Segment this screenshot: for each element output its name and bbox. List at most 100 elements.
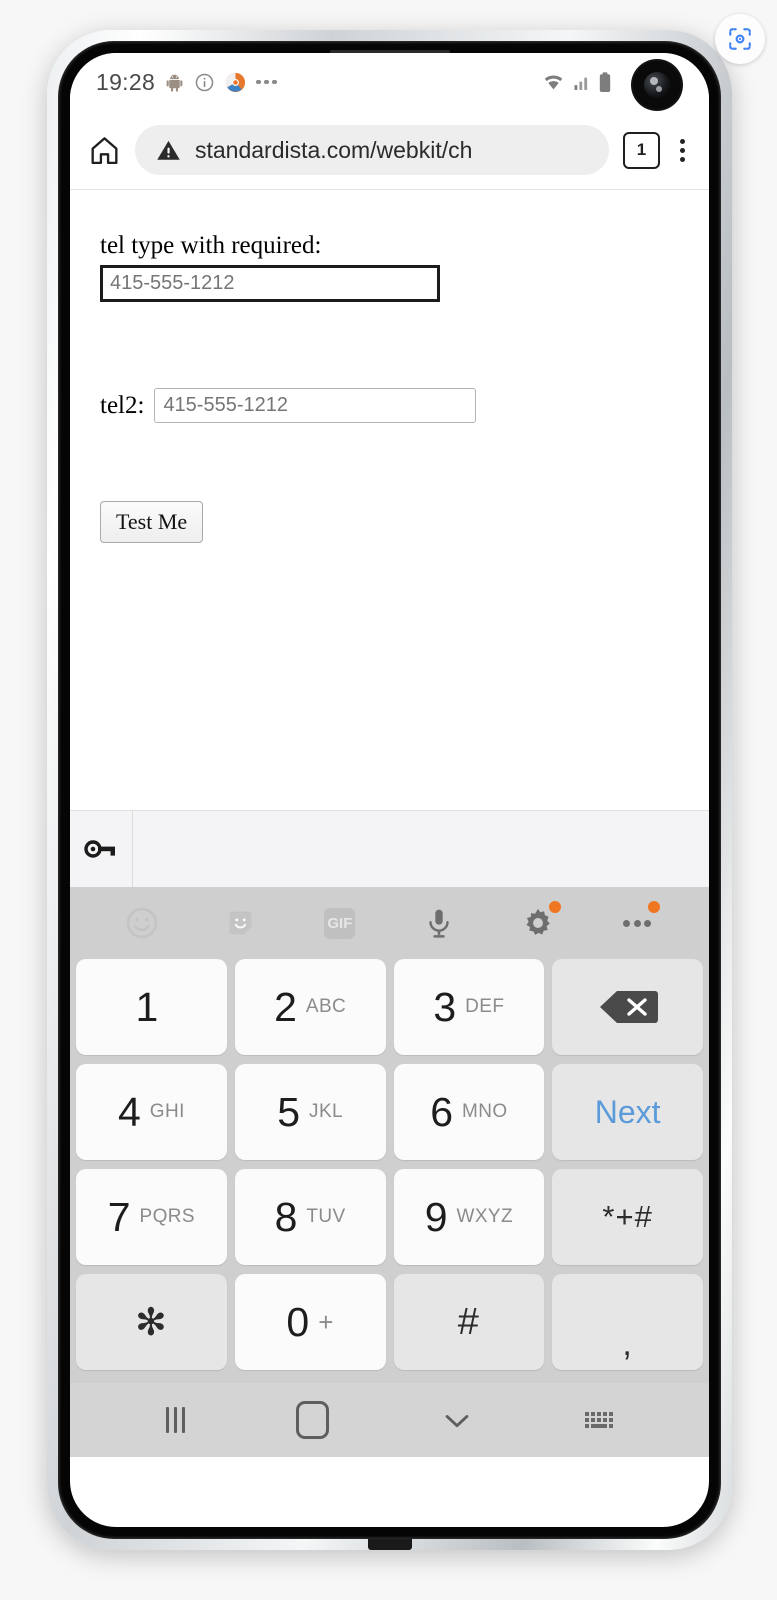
test-me-button[interactable]: Test Me (100, 501, 204, 543)
more-options-notification-dot (648, 901, 661, 913)
web-page-content: tel type with required: tel2: Test Me (70, 190, 709, 810)
kebab-menu-icon[interactable] (674, 135, 691, 166)
phone-bezel: 19:28 standardista.com/webkit/ch 1 tel t… (58, 41, 721, 1539)
key-0[interactable]: 0 + (234, 1274, 386, 1370)
gif-label: GIF (324, 907, 356, 939)
key-sublabel: GHI (149, 1101, 185, 1122)
key-label: 2 (274, 983, 297, 1030)
overflow-dots (623, 919, 652, 927)
address-bar[interactable]: standardista.com/webkit/ch (135, 125, 609, 175)
key-sublabel: WXYZ (456, 1206, 514, 1227)
cellular-signal-icon (574, 77, 588, 90)
wifi-icon (544, 75, 563, 89)
keypad-rows: 1 2 ABC 3 DEF 4 GHI 5 JKL 6 MNO Next 7 P… (70, 959, 709, 1370)
key-9[interactable]: 9 WXYZ (393, 1169, 545, 1265)
status-bar: 19:28 (70, 53, 709, 111)
not-secure-warning-icon[interactable] (155, 137, 182, 164)
tel-input-required[interactable] (100, 265, 440, 302)
screenshot-scan-icon (729, 28, 751, 50)
key-label: 7 (107, 1193, 131, 1240)
phone-device-frame: 19:28 standardista.com/webkit/ch 1 tel t… (47, 30, 732, 1550)
key-3[interactable]: 3 DEF (393, 959, 545, 1055)
status-left-group: 19:28 (96, 69, 277, 96)
keyboard-toolbar: GIF (70, 887, 709, 959)
address-bar-url: standardista.com/webkit/ch (195, 136, 473, 163)
key-label: 5 (277, 1088, 301, 1135)
front-camera-punch-hole (633, 61, 681, 109)
autofill-suggestions-area[interactable] (133, 811, 709, 887)
samsung-keyboard: GIF 1 2 ABC 3 DEF 4 GHI 5 JKL 6 MNO Next… (70, 887, 709, 1383)
keyboard-switcher-icon[interactable] (585, 1412, 614, 1428)
key-label: 1 (135, 983, 159, 1030)
key-label: 4 (117, 1088, 141, 1135)
android-navigation-bar (70, 1383, 709, 1457)
tel2-field-label: tel2: (100, 391, 145, 419)
emoji-icon[interactable] (118, 899, 166, 947)
symbols-key[interactable]: *+# (552, 1169, 703, 1265)
key-hash[interactable]: # (393, 1274, 545, 1370)
symbols-key-label: *+# (602, 1199, 653, 1234)
key-label: ✻ (134, 1301, 168, 1344)
emoji-smiley-icon (126, 907, 157, 939)
key-sublabel: MNO (462, 1101, 508, 1122)
password-key-icon (84, 840, 115, 858)
more-notifications-icon (256, 79, 277, 85)
sticker-icon-glyph (229, 911, 252, 934)
keypad-row: 1 2 ABC 3 DEF (76, 959, 703, 1055)
home-nav-icon[interactable] (295, 1401, 329, 1439)
key-7[interactable]: 7 PQRS (76, 1169, 227, 1265)
key-4[interactable]: 4 GHI (76, 1064, 227, 1160)
key-label: 9 (424, 1193, 448, 1240)
key-label: 8 (274, 1193, 298, 1240)
keypad-row: ✻ 0 + # , (76, 1274, 703, 1370)
key-6[interactable]: 6 MNO (393, 1064, 545, 1160)
microphone-icon[interactable] (415, 899, 463, 947)
recents-icon[interactable] (165, 1407, 185, 1433)
key-sublabel: + (318, 1306, 334, 1337)
key-label: 3 (433, 983, 457, 1030)
backspace-icon (599, 991, 658, 1023)
home-icon[interactable] (88, 134, 121, 167)
browser-toolbar: standardista.com/webkit/ch 1 (70, 111, 709, 190)
sticker-icon[interactable] (217, 899, 265, 947)
keypad-row: 7 PQRS 8 TUV 9 WXYZ *+# (76, 1169, 703, 1265)
tab-switcher-button[interactable]: 1 (623, 131, 660, 169)
key-label: 0 (286, 1298, 310, 1345)
more-options-icon[interactable] (613, 899, 661, 947)
key-asterisk[interactable]: ✻ (76, 1274, 227, 1370)
autofill-suggestion-bar (70, 810, 709, 887)
next-key[interactable]: Next (552, 1064, 703, 1160)
key-5[interactable]: 5 JKL (234, 1064, 386, 1160)
backspace-key[interactable] (552, 959, 703, 1055)
key-comma[interactable]: , (552, 1274, 703, 1370)
key-sublabel: JKL (309, 1101, 343, 1122)
phone-screen: 19:28 standardista.com/webkit/ch 1 tel t… (70, 53, 709, 1527)
key-label: # (457, 1300, 480, 1343)
android-robot-icon (166, 74, 183, 92)
gif-icon[interactable]: GIF (316, 899, 364, 947)
status-clock: 19:28 (96, 68, 156, 95)
password-autofill-button[interactable] (70, 811, 133, 887)
key-8[interactable]: 8 TUV (234, 1169, 386, 1265)
microphone-icon-glyph (429, 909, 449, 938)
tel-field-label: tel type with required: (100, 232, 322, 259)
status-right-group (541, 71, 613, 94)
dismiss-keyboard-chevron-icon[interactable] (440, 1403, 474, 1437)
key-sublabel: PQRS (139, 1206, 195, 1227)
keypad-row: 4 GHI 5 JKL 6 MNO Next (76, 1064, 703, 1160)
key-2[interactable]: 2 ABC (234, 959, 386, 1055)
screenshot-badge[interactable] (715, 14, 765, 64)
next-key-label: Next (594, 1093, 661, 1130)
app-icon (225, 72, 246, 92)
tel2-input[interactable] (154, 388, 477, 423)
key-1[interactable]: 1 (76, 959, 227, 1055)
key-sublabel: DEF (465, 996, 505, 1017)
settings-notification-dot (549, 901, 562, 913)
settings-gear-icon[interactable] (514, 899, 562, 947)
battery-icon (599, 71, 611, 92)
info-circle-icon (195, 73, 214, 91)
key-label: 6 (430, 1088, 454, 1135)
key-sublabel: ABC (305, 996, 347, 1017)
tel2-field-row: tel2: (100, 388, 709, 423)
key-label: , (622, 1325, 633, 1363)
